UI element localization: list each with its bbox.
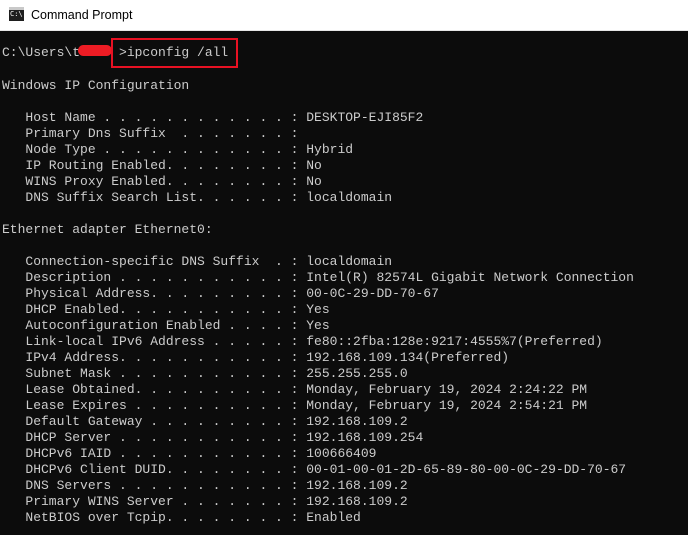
console-line: IPv4 Address. . . . . . . . . . . : 192.…	[2, 350, 510, 365]
console-line: Description . . . . . . . . . . . : Inte…	[2, 270, 634, 285]
console-line: Autoconfiguration Enabled . . . . : Yes	[2, 318, 330, 333]
cmd-icon-glyph: C:\	[10, 10, 23, 18]
console-line: WINS Proxy Enabled. . . . . . . . : No	[2, 174, 322, 189]
cmd-icon: C:\	[9, 7, 24, 21]
console-line: DNS Servers . . . . . . . . . . . : 192.…	[2, 478, 408, 493]
console-line: Host Name . . . . . . . . . . . . : DESK…	[2, 110, 424, 125]
window-title: Command Prompt	[31, 8, 133, 22]
console-line: Node Type . . . . . . . . . . . . : Hybr…	[2, 142, 354, 157]
console-line: DHCP Enabled. . . . . . . . . . . : Yes	[2, 302, 330, 317]
console-line: Primary WINS Server . . . . . . . : 192.…	[2, 494, 408, 509]
console-heading: Windows IP Configuration	[2, 78, 190, 93]
username-redaction	[78, 45, 112, 56]
console-line: DHCP Server . . . . . . . . . . . : 192.…	[2, 430, 424, 445]
command-highlight-box	[111, 38, 238, 68]
console-line: Link-local IPv6 Address . . . . . : fe80…	[2, 334, 603, 349]
console-line: Lease Obtained. . . . . . . . . . : Mond…	[2, 382, 588, 397]
console-output[interactable]: C:\Users\t >ipconfig /all Windows IP Con…	[0, 31, 688, 535]
console-heading: Ethernet adapter Ethernet0:	[2, 222, 213, 237]
console-line: Connection-specific DNS Suffix . : local…	[2, 254, 393, 269]
console-line: Lease Expires . . . . . . . . . . : Mond…	[2, 398, 588, 413]
console-line: DHCPv6 IAID . . . . . . . . . . . : 1006…	[2, 446, 377, 461]
console-line: DHCPv6 Client DUID. . . . . . . . : 00-0…	[2, 462, 627, 477]
title-bar[interactable]: C:\ Command Prompt	[0, 0, 688, 31]
console-line: Physical Address. . . . . . . . . : 00-0…	[2, 286, 439, 301]
console-line: Default Gateway . . . . . . . . . : 192.…	[2, 414, 408, 429]
command-prompt-window: C:\ Command Prompt C:\Users\t >ipconfig …	[0, 0, 688, 535]
console-line: DNS Suffix Search List. . . . . . : loca…	[2, 190, 393, 205]
console-line: Primary Dns Suffix . . . . . . . :	[2, 126, 299, 141]
console-line: Subnet Mask . . . . . . . . . . . : 255.…	[2, 366, 408, 381]
console-line: IP Routing Enabled. . . . . . . . : No	[2, 158, 322, 173]
console-line: NetBIOS over Tcpip. . . . . . . . : Enab…	[2, 510, 361, 525]
